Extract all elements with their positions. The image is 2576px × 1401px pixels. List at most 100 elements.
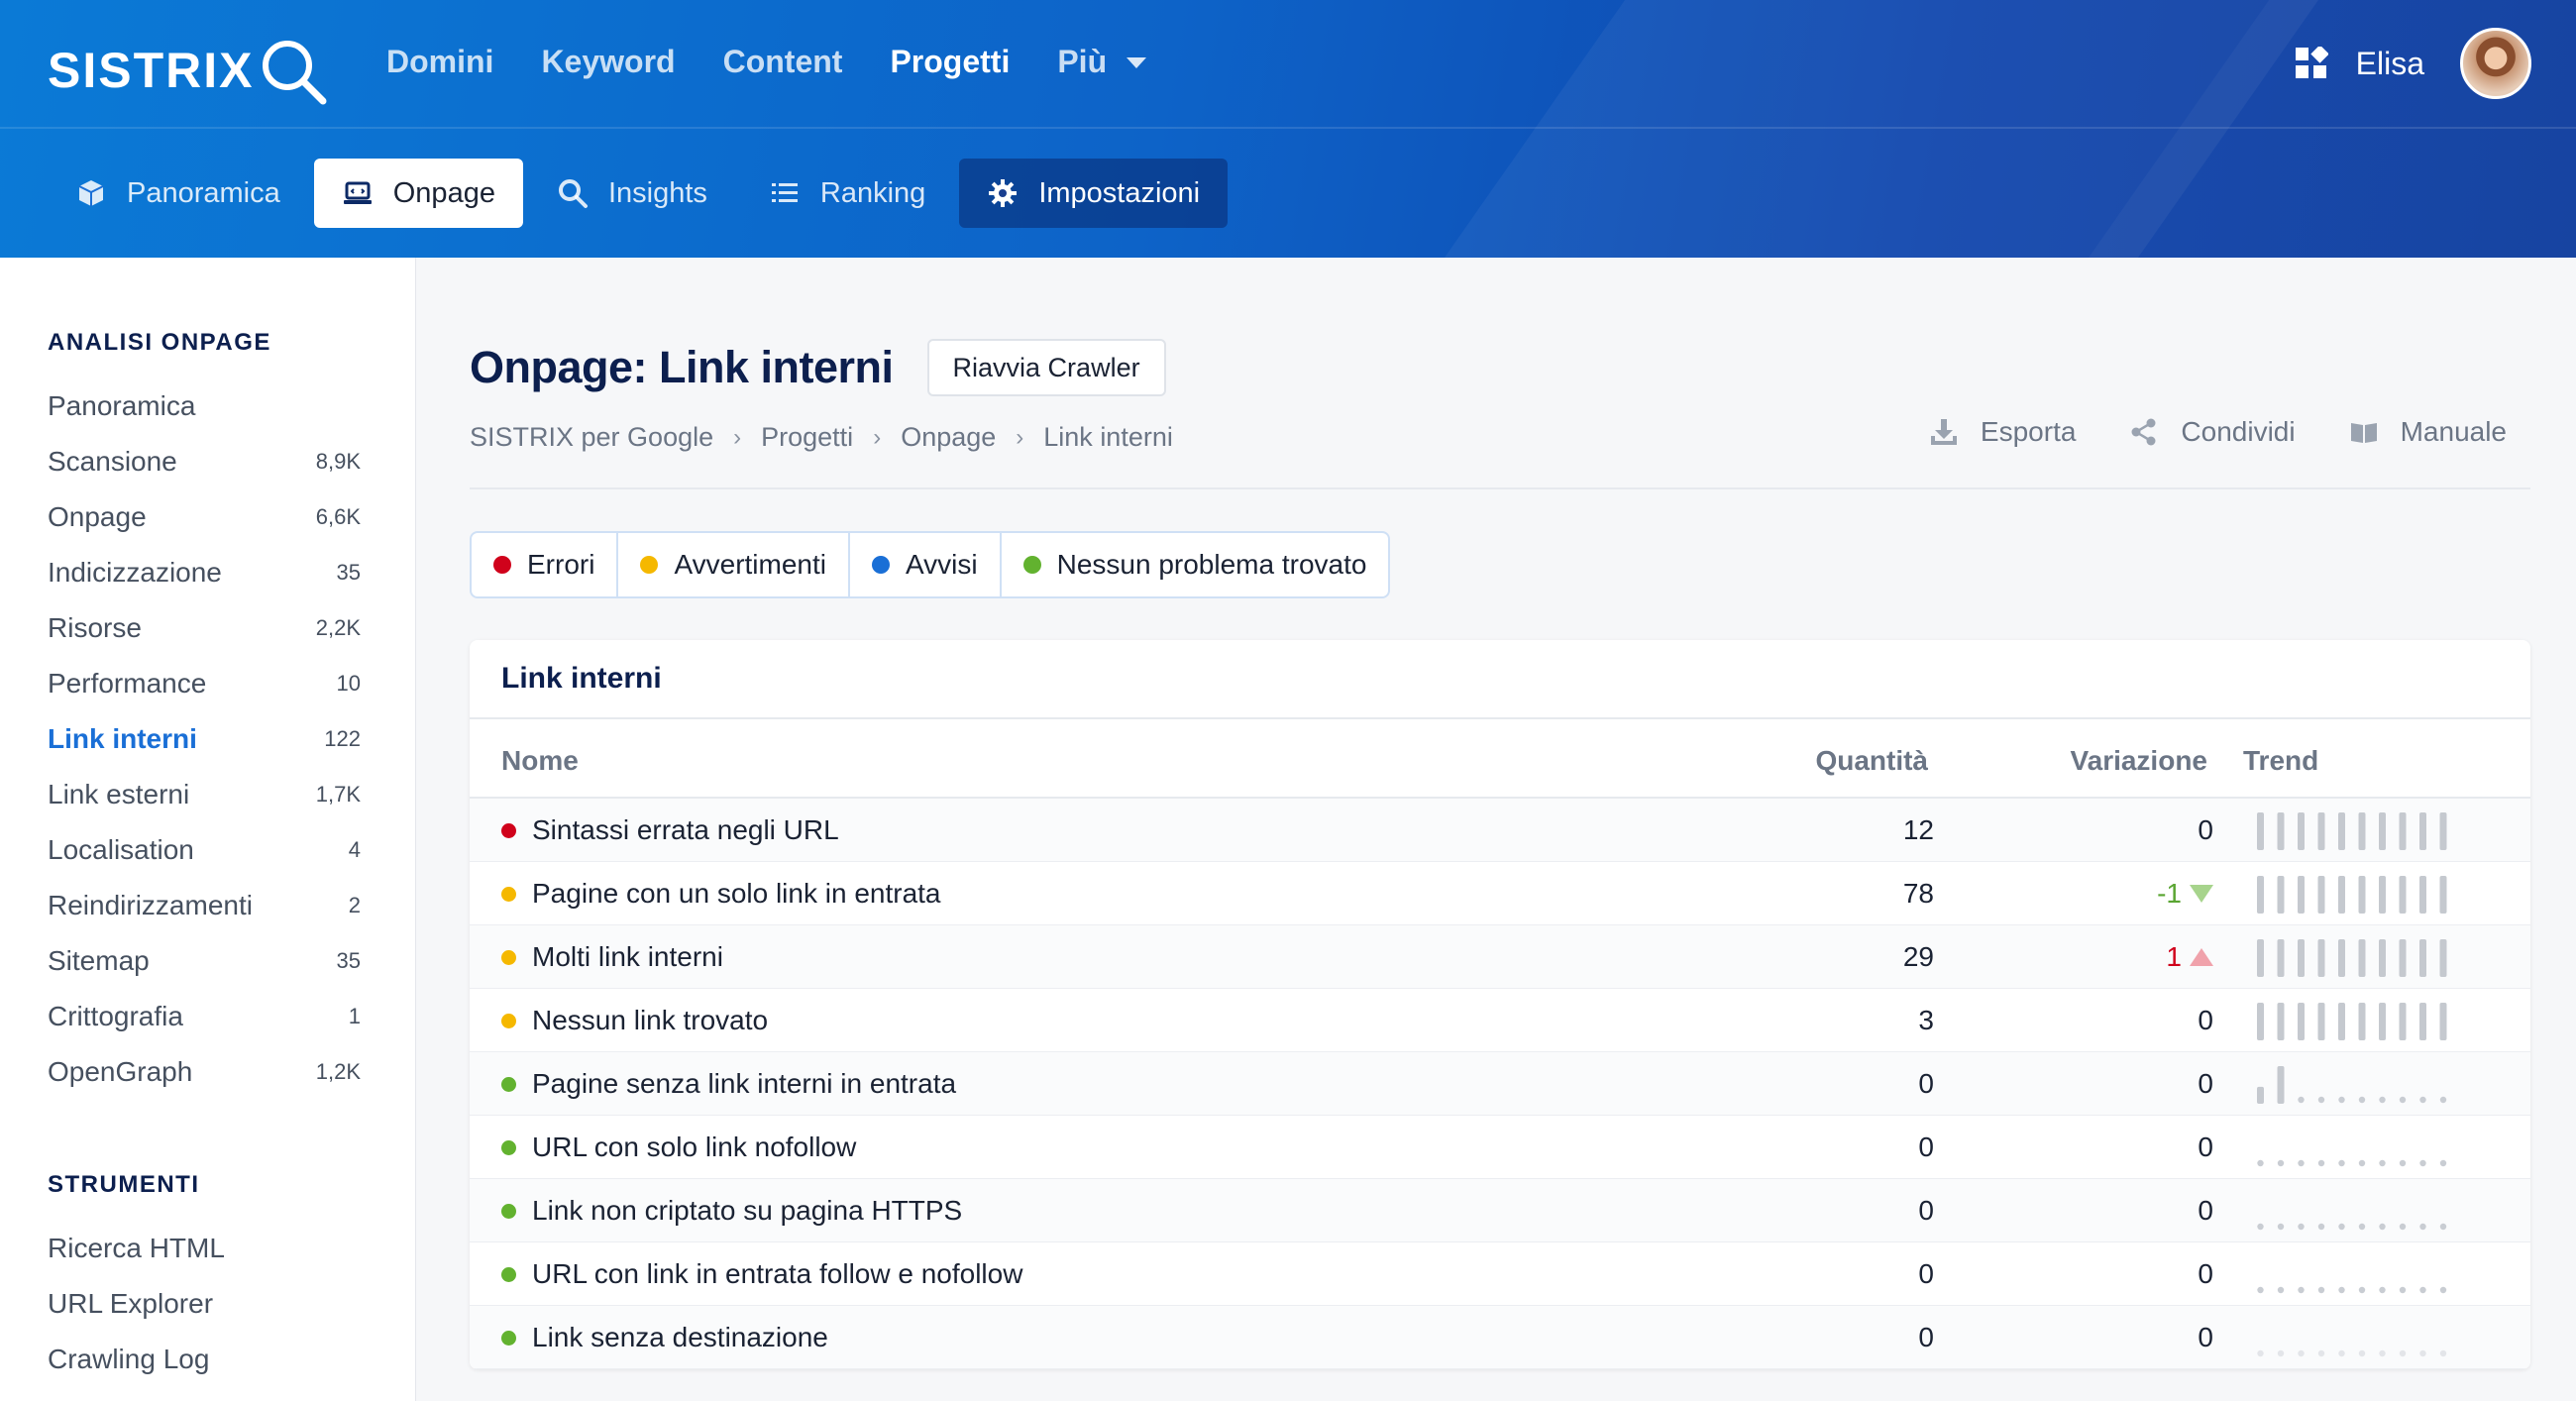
tab-ranking[interactable]: Ranking bbox=[741, 159, 953, 228]
manual-label: Manuale bbox=[2400, 416, 2507, 447]
sidebar-item[interactable]: Risorse 2,2K bbox=[48, 600, 361, 656]
nav-item-progetti[interactable]: Progetti bbox=[890, 44, 1010, 80]
trend-dot bbox=[2298, 1349, 2305, 1357]
sistrix-logo[interactable]: SISTRIX bbox=[48, 34, 331, 107]
row-name-cell[interactable]: Nessun link trovato bbox=[501, 989, 768, 1052]
change-value: 0 bbox=[2198, 814, 2213, 845]
avatar[interactable] bbox=[2460, 28, 2531, 99]
sidebar-item-count: 35 bbox=[336, 948, 361, 973]
manual-button[interactable]: Manuale bbox=[2349, 416, 2507, 448]
row-change: 0 bbox=[2198, 1242, 2213, 1306]
tab-panoramica[interactable]: Panoramica bbox=[48, 159, 308, 228]
breadcrumb-item[interactable]: Progetti bbox=[761, 422, 853, 453]
tab-insights[interactable]: Insights bbox=[529, 159, 735, 228]
sidebar-item[interactable]: Panoramica bbox=[48, 378, 361, 434]
trend-bar bbox=[2439, 876, 2447, 914]
sidebar-item[interactable]: Reindirizzamenti 2 bbox=[48, 878, 361, 933]
filter-warning[interactable]: Avvertimenti bbox=[618, 533, 850, 596]
trend-dot bbox=[2358, 1159, 2366, 1167]
tab-onpage[interactable]: Onpage bbox=[313, 159, 523, 228]
row-name-cell[interactable]: Link non criptato su pagina HTTPS bbox=[501, 1179, 962, 1242]
sidebar-item[interactable]: Performance 10 bbox=[48, 656, 361, 711]
sidebar-item[interactable]: Sitemap 35 bbox=[48, 933, 361, 989]
status-dot bbox=[640, 556, 659, 574]
row-name-cell[interactable]: URL con solo link nofollow bbox=[501, 1116, 856, 1179]
sidebar-item-label: Crawling Log bbox=[48, 1344, 210, 1374]
row-name: URL con link in entrata follow e nofollo… bbox=[532, 1258, 1023, 1289]
quantity-value: 0 bbox=[1918, 1258, 1934, 1289]
sidebar-item-label: Risorse bbox=[48, 612, 142, 643]
row-name-cell[interactable]: Sintassi errata negli URL bbox=[501, 799, 839, 862]
sidebar-item[interactable]: Indicizzazione 35 bbox=[48, 545, 361, 600]
row-name-cell[interactable]: URL con link in entrata follow e nofollo… bbox=[501, 1242, 1022, 1306]
row-name-cell[interactable]: Pagine senza link interni in entrata bbox=[501, 1052, 956, 1116]
nav-item-keyword[interactable]: Keyword bbox=[541, 44, 675, 80]
logo-text: SISTRIX bbox=[48, 43, 255, 98]
page-title: Onpage: Link interni bbox=[470, 342, 894, 392]
sidebar-item[interactable]: Link esterni 1,7K bbox=[48, 767, 361, 822]
tab-label: Impostazioni bbox=[1038, 176, 1201, 209]
status-dot bbox=[501, 886, 516, 902]
trend-bar bbox=[2257, 876, 2264, 914]
status-dot bbox=[501, 1076, 516, 1092]
sidebar-tool-item[interactable]: Crawling Log bbox=[48, 1332, 361, 1387]
trend-sparkline bbox=[2257, 1286, 2447, 1294]
quantity-value: 0 bbox=[1918, 1132, 1934, 1162]
trend-dot bbox=[2257, 1159, 2264, 1167]
sidebar-item[interactable]: Scansione 8,9K bbox=[48, 434, 361, 489]
tab-impostazioni[interactable]: Impostazioni bbox=[959, 159, 1229, 228]
filter-notice[interactable]: Avvisi bbox=[850, 533, 1002, 596]
sidebar-item-count: 4 bbox=[348, 837, 361, 862]
nav-item-pi[interactable]: Più bbox=[1057, 44, 1147, 80]
row-name-cell[interactable]: Link senza destinazione bbox=[501, 1306, 828, 1369]
column-header-name[interactable]: Nome bbox=[501, 745, 579, 777]
sidebar-item-label: Localisation bbox=[48, 834, 194, 865]
internal-links-table-card: Link interni Nome Quantità Variazione Tr… bbox=[470, 640, 2530, 1369]
filter-error[interactable]: Errori bbox=[472, 533, 619, 596]
column-header-change[interactable]: Variazione bbox=[2070, 745, 2207, 777]
list-icon bbox=[771, 183, 798, 202]
share-button[interactable]: Condividi bbox=[2129, 416, 2296, 448]
sidebar-item[interactable]: Localisation 4 bbox=[48, 822, 361, 878]
row-change: -1 bbox=[2157, 862, 2213, 925]
user-name[interactable]: Elisa bbox=[2356, 46, 2424, 82]
breadcrumb-item[interactable]: Onpage bbox=[901, 422, 996, 453]
sidebar: ANALISI ONPAGE Panoramica Scansione 8,9K On… bbox=[0, 258, 416, 1401]
column-header-quantity[interactable]: Quantità bbox=[1815, 745, 1928, 777]
app-header: SISTRIX Domini Keyword Content Progetti Più … bbox=[0, 0, 2576, 258]
row-name-cell[interactable]: Molti link interni bbox=[501, 925, 723, 989]
sidebar-item[interactable]: Crittografia 1 bbox=[48, 989, 361, 1044]
sidebar-tool-item[interactable]: URL Explorer bbox=[48, 1276, 361, 1332]
trend-dot bbox=[2419, 1096, 2426, 1104]
nav-item-label: Content bbox=[722, 44, 843, 79]
table-body: Sintassi errata negli URL 12 0 Pagine con u… bbox=[470, 799, 2530, 1369]
sidebar-item-label: Crittografia bbox=[48, 1001, 183, 1031]
row-change: 0 bbox=[2198, 1179, 2213, 1242]
main-navigation: Domini Keyword Content Progetti Più bbox=[386, 44, 1194, 80]
trend-dot bbox=[2439, 1096, 2447, 1104]
trend-dot bbox=[2317, 1096, 2325, 1104]
nav-item-content[interactable]: Content bbox=[723, 44, 843, 80]
sidebar-item-count: 35 bbox=[336, 560, 361, 585]
breadcrumb-separator-icon: › bbox=[873, 423, 882, 451]
trend-bar bbox=[2419, 876, 2426, 914]
trend-bar bbox=[2338, 1003, 2345, 1040]
nav-item-domini[interactable]: Domini bbox=[386, 44, 493, 80]
trend-dot bbox=[2277, 1286, 2285, 1294]
apps-grid-icon[interactable] bbox=[2295, 47, 2328, 80]
trend-dot bbox=[2338, 1096, 2345, 1104]
tab-label: Ranking bbox=[819, 176, 926, 209]
sidebar-item[interactable]: Link interni 122 bbox=[48, 711, 361, 767]
filter-ok[interactable]: Nessun problema trovato bbox=[1002, 533, 1389, 596]
export-button[interactable]: Esporta bbox=[1929, 416, 2076, 448]
table-row: Link senza destinazione 0 0 bbox=[470, 1306, 2530, 1369]
sidebar-item[interactable]: OpenGraph 1,2K bbox=[48, 1044, 361, 1100]
breadcrumb-item[interactable]: SISTRIX per Google bbox=[470, 422, 713, 453]
trend-dot bbox=[2439, 1159, 2447, 1167]
restart-crawler-button[interactable]: Riavvia Crawler bbox=[926, 339, 1166, 396]
sidebar-tool-item[interactable]: Ricerca HTML bbox=[48, 1221, 361, 1276]
sidebar-item[interactable]: Onpage 6,6K bbox=[48, 489, 361, 545]
status-dot bbox=[501, 1013, 516, 1028]
row-name-cell[interactable]: Pagine con un solo link in entrata bbox=[501, 862, 941, 925]
trend-bar bbox=[2358, 1003, 2366, 1040]
